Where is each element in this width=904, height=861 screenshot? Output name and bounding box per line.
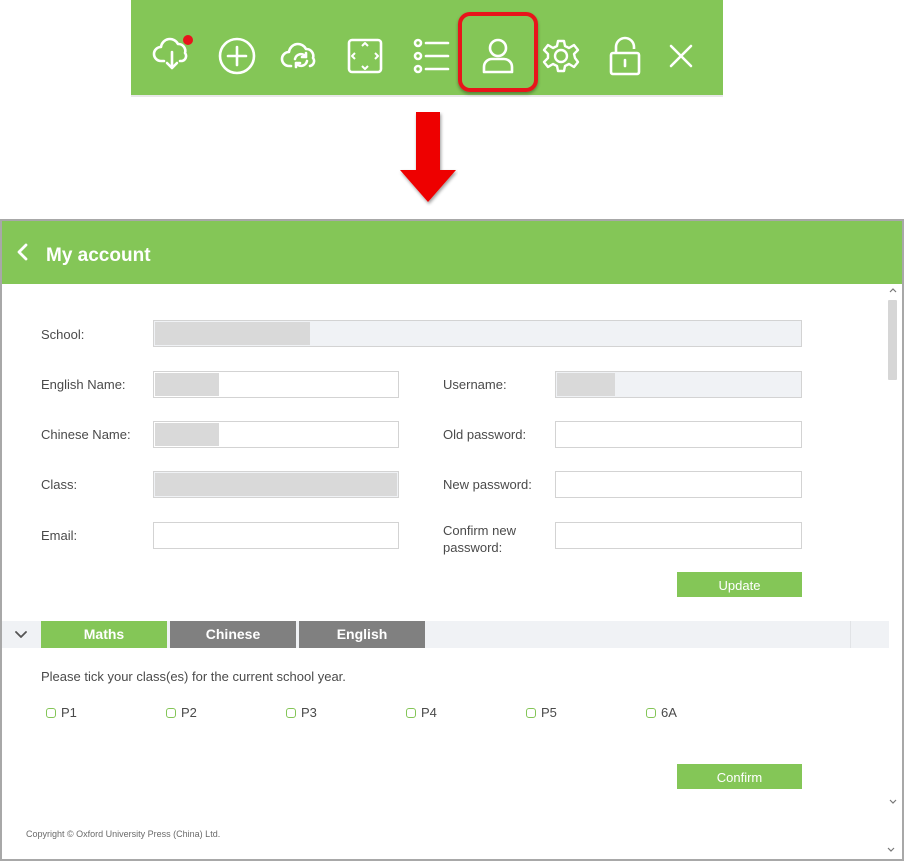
- email-input[interactable]: [154, 523, 398, 548]
- chinese-name-label: Chinese Name:: [41, 427, 131, 442]
- scroll-up-icon[interactable]: [888, 286, 898, 294]
- class-checkbox-p1[interactable]: P1: [46, 705, 77, 720]
- tab-chinese[interactable]: Chinese: [170, 621, 296, 648]
- email-field[interactable]: [153, 522, 399, 549]
- tabs-divider: [850, 621, 851, 648]
- new-password-input[interactable]: [556, 472, 801, 497]
- gear-icon[interactable]: [539, 32, 583, 80]
- add-circle-icon[interactable]: [215, 32, 259, 80]
- checkbox-box[interactable]: [406, 707, 416, 718]
- redacted-value: [155, 423, 219, 446]
- update-button[interactable]: Update: [677, 572, 802, 597]
- class-checkbox-p4[interactable]: P4: [406, 705, 437, 720]
- redacted-value: [155, 322, 310, 345]
- panel-header: My account: [2, 221, 902, 284]
- checkbox-label: P3: [301, 705, 317, 720]
- chinese-name-field[interactable]: [153, 421, 399, 448]
- checkbox-box[interactable]: [646, 707, 656, 718]
- scroll-down-icon[interactable]: [888, 798, 898, 806]
- new-password-label: New password:: [443, 477, 532, 492]
- old-password-field[interactable]: [555, 421, 802, 448]
- confirm-new-password-field[interactable]: [555, 522, 802, 549]
- redacted-value: [155, 373, 219, 396]
- checkbox-label: P1: [61, 705, 77, 720]
- collapse-chevron-icon[interactable]: [14, 629, 28, 641]
- school-field: [153, 320, 802, 347]
- unlock-icon[interactable]: [603, 32, 647, 80]
- toolbar: [131, 0, 723, 97]
- back-chevron-icon[interactable]: [12, 241, 34, 263]
- class-field: [153, 471, 399, 498]
- confirm-new-password-label: Confirm new password:: [443, 522, 516, 556]
- english-name-label: English Name:: [41, 377, 126, 392]
- checkbox-box[interactable]: [526, 707, 536, 718]
- class-checkbox-p3[interactable]: P3: [286, 705, 317, 720]
- new-password-field[interactable]: [555, 471, 802, 498]
- copyright: Copyright © Oxford University Press (Chi…: [26, 829, 221, 839]
- tab-english[interactable]: English: [299, 621, 425, 648]
- class-checkbox-p2[interactable]: P2: [166, 705, 197, 720]
- page-title: My account: [46, 245, 151, 266]
- checkbox-label: P5: [541, 705, 557, 720]
- notification-dot: [183, 35, 193, 45]
- class-checkbox-6a[interactable]: 6A: [646, 705, 677, 720]
- checkbox-box[interactable]: [286, 707, 296, 718]
- checkbox-label: 6A: [661, 705, 677, 720]
- class-label: Class:: [41, 477, 78, 492]
- scrollbar[interactable]: [886, 284, 900, 829]
- my-account-panel: My account School: English Name: Chinese…: [0, 219, 904, 861]
- confirm-label-line1: Confirm new: [443, 523, 516, 538]
- email-label: Email:: [41, 528, 78, 543]
- checkbox-label: P2: [181, 705, 197, 720]
- confirm-label-line2: password:: [443, 540, 503, 555]
- tab-maths[interactable]: Maths: [41, 621, 167, 648]
- fullscreen-icon[interactable]: [343, 32, 387, 80]
- redacted-value: [557, 373, 615, 396]
- username-label: Username:: [443, 377, 507, 392]
- old-password-label: Old password:: [443, 427, 527, 442]
- list-icon[interactable]: [409, 32, 453, 80]
- cloud-sync-icon[interactable]: [279, 32, 323, 80]
- old-password-input[interactable]: [556, 422, 801, 447]
- close-icon[interactable]: [659, 32, 703, 80]
- checkbox-box[interactable]: [46, 707, 56, 718]
- class-checkbox-p5[interactable]: P5: [526, 705, 557, 720]
- down-arrow-icon: [400, 112, 456, 202]
- scroll-thumb[interactable]: [888, 300, 897, 380]
- class-prompt: Please tick your class(es) for the curre…: [41, 669, 346, 684]
- school-label: School:: [41, 327, 85, 342]
- english-name-field[interactable]: [153, 371, 399, 398]
- user-icon-highlight-box: [458, 12, 538, 92]
- resize-corner-icon: [887, 847, 895, 852]
- checkbox-label: P4: [421, 705, 437, 720]
- username-field: [555, 371, 802, 398]
- subject-tabs-bar: Maths Chinese English: [2, 621, 889, 648]
- confirm-button[interactable]: Confirm: [677, 764, 802, 789]
- checkbox-box[interactable]: [166, 707, 176, 718]
- redacted-value: [155, 473, 397, 496]
- confirm-new-password-input[interactable]: [556, 523, 801, 548]
